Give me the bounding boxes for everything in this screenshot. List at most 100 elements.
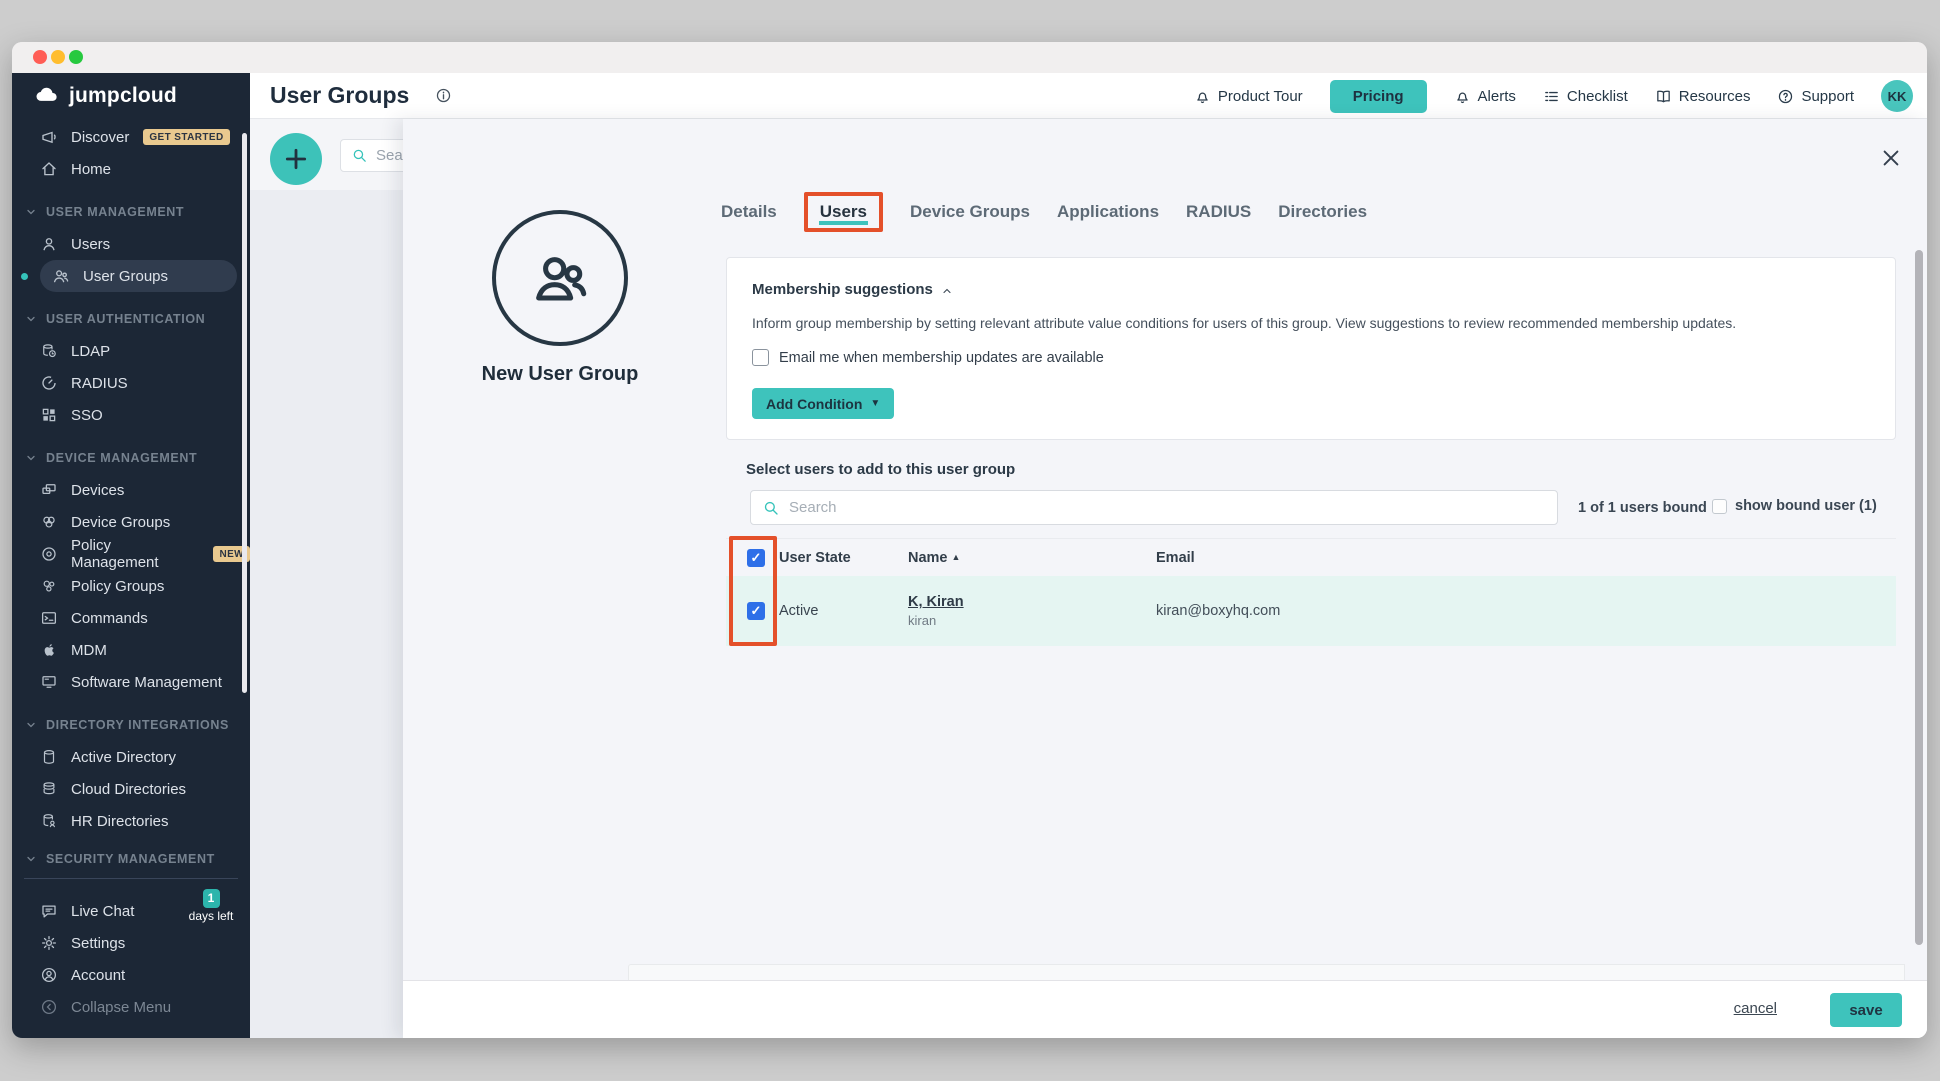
sidebar-item-software-management[interactable]: Software Management <box>12 666 250 698</box>
chevron-up-icon <box>941 284 953 296</box>
collapse-icon <box>40 998 58 1016</box>
horizontal-scrollbar-track[interactable] <box>628 964 1905 980</box>
days-left-badge: 1 <box>203 889 220 908</box>
grid-icon <box>40 406 58 424</box>
resources-button[interactable]: Resources <box>1655 88 1751 105</box>
sidebar-item-radius[interactable]: RADIUS <box>12 367 250 399</box>
sidebar-item-active-directory[interactable]: Active Directory <box>12 741 250 773</box>
email-optin-label: Email me when membership updates are ava… <box>779 350 1104 366</box>
section-device-management[interactable]: DEVICE MANAGEMENT <box>12 442 250 474</box>
checklist-button[interactable]: Checklist <box>1543 88 1628 105</box>
membership-suggestions-header[interactable]: Membership suggestions <box>752 281 953 298</box>
plus-icon <box>283 146 309 172</box>
users-table: ✓ User State Name▲ Email ✓ Active K, Kir… <box>726 538 1896 646</box>
close-icon[interactable] <box>1880 147 1902 169</box>
sidebar-item-settings[interactable]: Settings <box>12 927 250 959</box>
macos-titlebar <box>12 42 1927 73</box>
minimize-window-button[interactable] <box>51 50 65 64</box>
megaphone-icon <box>40 128 58 146</box>
chevron-down-icon <box>25 452 37 464</box>
people-icon <box>52 267 70 285</box>
tab-bar: Details Users Device Groups Applications… <box>721 192 1367 232</box>
page-title: User Groups <box>270 82 409 109</box>
person-icon <box>40 235 58 253</box>
tab-radius[interactable]: RADIUS <box>1186 196 1251 228</box>
add-user-group-button[interactable] <box>270 133 322 185</box>
section-user-management[interactable]: USER MANAGEMENT <box>12 196 250 228</box>
search-icon <box>762 499 780 517</box>
question-icon <box>1777 88 1794 105</box>
membership-suggestions-card: Membership suggestions Inform group memb… <box>726 257 1896 440</box>
user-search[interactable] <box>750 490 1558 525</box>
pricing-button[interactable]: Pricing <box>1330 80 1427 113</box>
active-tab-underline <box>819 221 868 225</box>
select-all-checkbox[interactable]: ✓ <box>747 549 765 567</box>
sidebar: jumpcloud Discover GET STARTED Home USER… <box>12 73 250 1038</box>
tab-directories[interactable]: Directories <box>1278 196 1367 228</box>
sidebar-item-policy-management[interactable]: Policy Management NEW <box>12 538 250 570</box>
new-user-group-panel: Details Users Device Groups Applications… <box>403 119 1927 1038</box>
tab-details[interactable]: Details <box>721 196 777 228</box>
sidebar-item-account[interactable]: Account <box>12 959 250 991</box>
sidebar-item-live-chat[interactable]: Live Chat 1 days left <box>12 895 250 927</box>
chevron-down-icon <box>25 313 37 325</box>
column-email[interactable]: Email <box>1156 550 1896 566</box>
avatar[interactable]: KK <box>1881 80 1913 112</box>
column-user-state[interactable]: User State <box>779 550 908 566</box>
cancel-button[interactable]: cancel <box>1734 1000 1777 1017</box>
product-tour-button[interactable]: Product Tour <box>1194 88 1303 105</box>
panel-footer: cancel save <box>403 980 1927 1038</box>
sidebar-item-devices[interactable]: Devices <box>12 474 250 506</box>
sidebar-item-device-groups[interactable]: Device Groups <box>12 506 250 538</box>
bell-icon <box>1454 88 1471 105</box>
tab-device-groups[interactable]: Device Groups <box>910 196 1030 228</box>
devices-icon <box>40 481 58 499</box>
user-username: kiran <box>908 613 1156 628</box>
row-checkbox[interactable]: ✓ <box>747 602 765 620</box>
sidebar-item-cloud-directories[interactable]: Cloud Directories <box>12 773 250 805</box>
section-directory-integrations[interactable]: DIRECTORY INTEGRATIONS <box>12 709 250 741</box>
sidebar-scrollbar[interactable] <box>242 133 247 693</box>
tab-applications[interactable]: Applications <box>1057 196 1159 228</box>
show-bound-toggle[interactable]: show bound user (1) <box>1712 498 1877 514</box>
sidebar-item-commands[interactable]: Commands <box>12 602 250 634</box>
sidebar-item-user-groups[interactable]: User Groups <box>40 260 237 292</box>
tab-users[interactable]: Users <box>804 192 883 232</box>
search-icon <box>351 147 368 164</box>
user-name-link[interactable]: K, Kiran <box>908 594 964 610</box>
bound-summary: 1 of 1 users bound <box>1578 500 1707 516</box>
user-search-input[interactable] <box>789 499 1489 516</box>
sidebar-item-mdm[interactable]: MDM <box>12 634 250 666</box>
save-button[interactable]: save <box>1830 993 1902 1027</box>
venn-icon <box>40 513 58 531</box>
column-name[interactable]: Name▲ <box>908 550 1156 566</box>
database-clock-icon <box>40 342 58 360</box>
target-icon <box>40 545 58 563</box>
sidebar-item-users[interactable]: Users <box>12 228 250 260</box>
support-button[interactable]: Support <box>1777 88 1854 105</box>
user-email-cell: kiran@boxyhq.com <box>1156 603 1896 619</box>
email-optin-checkbox[interactable] <box>752 349 769 366</box>
zoom-window-button[interactable] <box>69 50 83 64</box>
main-area: User Groups Product Tour Pricing Alerts … <box>250 73 1927 1038</box>
sidebar-item-discover[interactable]: Discover GET STARTED <box>12 121 250 153</box>
terminal-icon <box>40 609 58 627</box>
sidebar-item-home[interactable]: Home <box>12 153 250 185</box>
vertical-scrollbar-thumb[interactable] <box>1915 250 1923 945</box>
sidebar-item-collapse-menu[interactable]: Collapse Menu <box>12 991 250 1023</box>
add-condition-button[interactable]: Add Condition ▼ <box>752 388 894 419</box>
alerts-button[interactable]: Alerts <box>1454 88 1516 105</box>
sidebar-item-hr-directories[interactable]: HR Directories <box>12 805 250 837</box>
section-security-management[interactable]: SECURITY MANAGEMENT <box>12 848 250 870</box>
table-row[interactable]: ✓ Active K, Kiran kiran kiran@boxyhq.com <box>726 576 1896 646</box>
database-icon <box>40 748 58 766</box>
close-window-button[interactable] <box>33 50 47 64</box>
show-bound-checkbox[interactable] <box>1712 499 1727 514</box>
sidebar-item-policy-groups[interactable]: Policy Groups <box>12 570 250 602</box>
table-header-row: ✓ User State Name▲ Email <box>726 538 1896 576</box>
section-user-authentication[interactable]: USER AUTHENTICATION <box>12 303 250 335</box>
book-icon <box>1655 88 1672 105</box>
sidebar-item-ldap[interactable]: LDAP <box>12 335 250 367</box>
sidebar-item-sso[interactable]: SSO <box>12 399 250 431</box>
info-icon[interactable] <box>435 87 452 104</box>
